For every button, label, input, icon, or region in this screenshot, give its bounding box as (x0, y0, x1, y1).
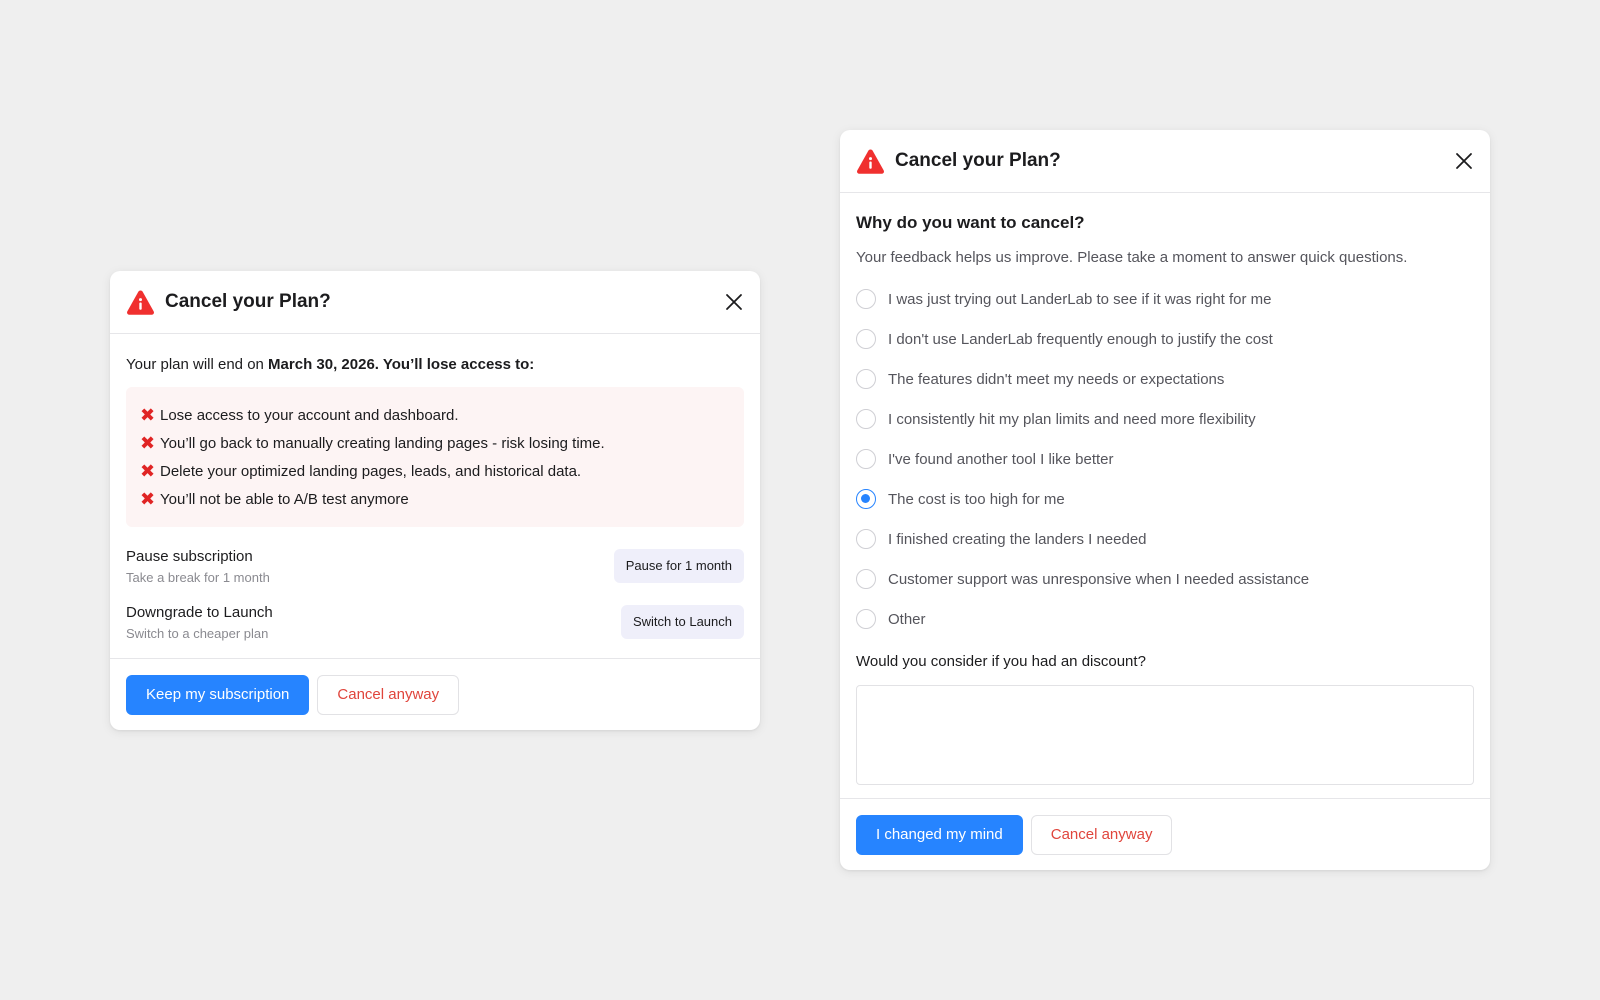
loss-item-text: You’ll not be able to A/B test anymore (160, 490, 409, 508)
radio-button[interactable] (856, 409, 876, 429)
close-icon[interactable] (1454, 151, 1474, 171)
question-title: Why do you want to cancel? (856, 213, 1085, 232)
x-mark-icon: ✖ (140, 461, 156, 481)
reason-option[interactable]: I've found another tool I like better (856, 439, 1474, 479)
modal-footer: Keep my subscription Cancel anyway (110, 658, 760, 730)
x-mark-icon: ✖ (140, 489, 156, 509)
reason-label: I finished creating the landers I needed (888, 530, 1147, 548)
reason-radio-group: I was just trying out LanderLab to see i… (856, 279, 1474, 639)
x-mark-icon: ✖ (140, 405, 156, 425)
switch-to-launch-button[interactable]: Switch to Launch (620, 605, 744, 639)
plan-end-prefix: Your plan will end on (126, 356, 269, 373)
modal-header: Cancel your Plan? (840, 130, 1490, 193)
warning-icon (856, 148, 885, 175)
close-icon[interactable] (724, 292, 744, 312)
reason-option[interactable]: I finished creating the landers I needed (856, 519, 1474, 559)
loss-item-text: You’ll go back to manually creating land… (160, 434, 605, 452)
loss-item: ✖ You’ll not be able to A/B test anymore (140, 485, 730, 513)
radio-button[interactable] (856, 369, 876, 389)
radio-button[interactable] (856, 609, 876, 629)
keep-subscription-button[interactable]: Keep my subscription (126, 674, 310, 715)
reason-label: I don't use LanderLab frequently enough … (888, 330, 1273, 348)
question-subtitle: Your feedback helps us improve. Please t… (856, 249, 1408, 266)
reason-option[interactable]: The features didn't meet my needs or exp… (856, 359, 1474, 399)
option-subtitle: Switch to a cheaper plan (126, 625, 269, 641)
cancel-anyway-button[interactable]: Cancel anyway (317, 674, 460, 715)
x-mark-icon: ✖ (140, 433, 156, 453)
reason-option[interactable]: I consistently hit my plan limits and ne… (856, 399, 1474, 439)
loss-item-text: Delete your optimized landing pages, lea… (160, 462, 582, 480)
pause-subscription-option: Pause subscription Take a break for 1 mo… (126, 545, 744, 587)
reason-option[interactable]: I was just trying out LanderLab to see i… (856, 279, 1474, 319)
reason-label: I was just trying out LanderLab to see i… (888, 290, 1272, 308)
plan-end-notice: Your plan will end on March 30, 2026. Yo… (126, 356, 744, 376)
loss-item: ✖ Delete your optimized landing pages, l… (140, 457, 730, 485)
reason-option[interactable]: Customer support was unresponsive when I… (856, 559, 1474, 599)
discount-response-field[interactable] (856, 685, 1474, 785)
radio-button[interactable] (856, 329, 876, 349)
cancel-anyway-button[interactable]: Cancel anyway (1030, 814, 1173, 855)
reason-option[interactable]: I don't use LanderLab frequently enough … (856, 319, 1474, 359)
cancel-plan-modal-feedback: Cancel your Plan? Why do you want to can… (840, 130, 1490, 870)
radio-button[interactable] (856, 489, 876, 509)
loss-item-text: Lose access to your account and dashboar… (160, 406, 459, 424)
loss-list: ✖ Lose access to your account and dashbo… (126, 387, 744, 527)
modal-header: Cancel your Plan? (110, 271, 760, 334)
radio-button[interactable] (856, 289, 876, 309)
modal-title: Cancel your Plan? (895, 150, 1061, 171)
reason-label: The features didn't meet my needs or exp… (888, 370, 1225, 388)
option-title: Downgrade to Launch (126, 603, 273, 621)
reason-label: I consistently hit my plan limits and ne… (888, 410, 1256, 428)
reason-option[interactable]: The cost is too high for me (856, 479, 1474, 519)
loss-item: ✖ You’ll go back to manually creating la… (140, 429, 730, 457)
radio-button[interactable] (856, 569, 876, 589)
modal-title: Cancel your Plan? (165, 291, 331, 312)
radio-button[interactable] (856, 529, 876, 549)
reason-label: I've found another tool I like better (888, 450, 1114, 468)
pause-button[interactable]: Pause for 1 month (613, 549, 744, 583)
option-subtitle: Take a break for 1 month (126, 569, 270, 585)
reason-option[interactable]: Other (856, 599, 1474, 639)
loss-item: ✖ Lose access to your account and dashbo… (140, 401, 730, 429)
warning-icon (126, 289, 155, 316)
discount-question-label: Would you consider if you had an discoun… (856, 653, 1146, 670)
cancel-plan-modal-summary: Cancel your Plan? Your plan will end on … (110, 271, 760, 730)
downgrade-option: Downgrade to Launch Switch to a cheaper … (126, 601, 744, 643)
reason-label: Customer support was unresponsive when I… (888, 570, 1310, 588)
changed-my-mind-button[interactable]: I changed my mind (856, 814, 1023, 855)
modal-footer: I changed my mind Cancel anyway (840, 798, 1490, 870)
option-title: Pause subscription (126, 547, 253, 565)
plan-end-date: March 30, 2026. You’ll lose access to: (268, 356, 535, 373)
reason-label: The cost is too high for me (888, 490, 1065, 508)
radio-button[interactable] (856, 449, 876, 469)
reason-label: Other (888, 610, 926, 628)
